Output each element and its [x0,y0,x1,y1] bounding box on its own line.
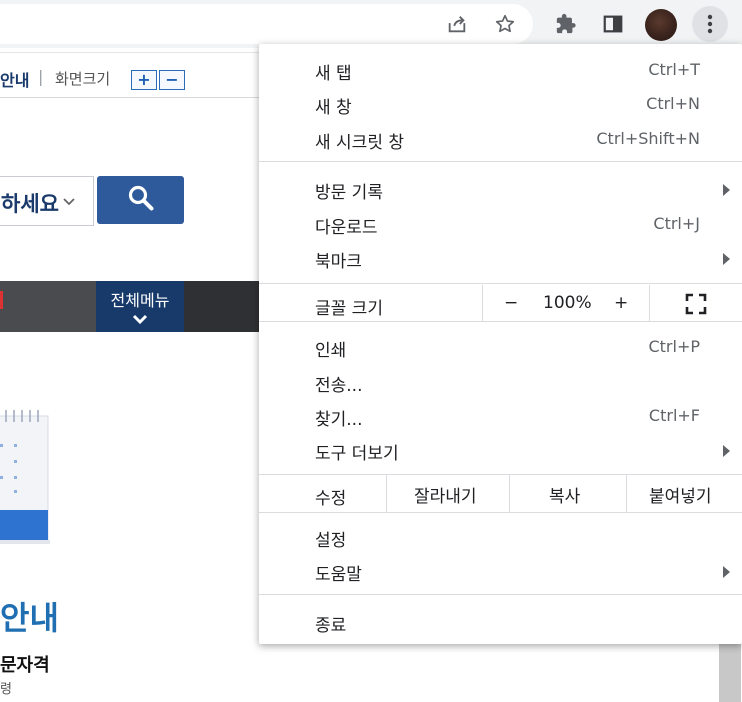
more-vert-icon[interactable] [692,6,728,42]
submenu-arrow-icon [723,253,730,265]
menu-item-settings[interactable]: 설정 [259,520,742,554]
menu-item-shortcut: Ctrl+N [646,94,700,113]
nav-accent [0,291,3,309]
separator: | [38,67,44,86]
paste-button[interactable]: 붙여넣기 [649,482,712,507]
menu-item-shortcut: Ctrl+T [648,60,700,79]
menu-item-shortcut: Ctrl+J [653,214,700,233]
search-button[interactable] [97,176,184,224]
menu-item-label: 인쇄 [315,341,347,361]
menu-item-downloads[interactable]: 다운로드 Ctrl+J [259,207,742,241]
share-icon[interactable] [440,7,474,41]
menu-item-new-tab[interactable]: 새 탭 Ctrl+T [259,53,742,87]
menu-item-cast[interactable]: 전송... [259,365,742,399]
menu-item-print[interactable]: 인쇄 Ctrl+P [259,330,742,364]
zoom-plus-button[interactable]: + [614,293,628,313]
submenu-arrow-icon [723,445,730,457]
chrome-menu: 새 탭 Ctrl+T 새 창 Ctrl+N 새 시크릿 창 Ctrl+Shift… [259,44,742,644]
side-panel-icon[interactable] [596,7,630,41]
browser-toolbar [0,0,742,48]
zoom-out-button[interactable]: − [159,70,185,90]
chevron-down-icon [63,195,75,210]
guide-link[interactable]: 안내 [0,67,29,91]
edit-row-label: 수정 [315,489,347,509]
zoom-row-label: 글꼴 크기 [315,299,383,319]
cell-divider [386,475,387,512]
cell-divider [509,475,510,512]
menu-item-shortcut: Ctrl+Shift+N [596,129,700,148]
profile-avatar[interactable] [645,9,677,41]
menu-item-label: 방문 기록 [315,183,383,203]
search-select-text: 하세요 [1,192,59,216]
all-menu-button[interactable]: 전체메뉴 [96,281,184,332]
menu-item-bookmarks[interactable]: 북마크 [259,241,742,275]
all-menu-label: 전체메뉴 [110,291,170,310]
menu-divider [259,283,742,284]
menu-divider [259,512,742,513]
page-scrollbar[interactable] [719,644,741,702]
menu-divider [259,321,742,322]
menu-item-shortcut: Ctrl+P [648,337,700,356]
menu-item-label: 설정 [315,531,347,551]
menu-item-label: 새 창 [315,98,352,118]
menu-item-label: 다운로드 [315,218,378,238]
menu-item-exit[interactable]: 종료 [259,605,742,639]
cell-divider [649,285,650,321]
chevron-down-icon [96,313,184,325]
cut-button[interactable]: 잘라내기 [414,482,477,507]
utility-bar: 안내 | 화면크기 + − [0,52,270,98]
menu-divider [259,161,742,162]
menu-item-label: 새 시크릿 창 [315,133,405,153]
menu-item-label: 전송... [315,376,363,396]
copy-button[interactable]: 복사 [549,482,580,507]
cell-divider [626,475,627,512]
menu-item-shortcut: Ctrl+F [648,406,700,425]
menu-divider [259,594,742,595]
bookmark-star-icon[interactable] [488,7,522,41]
section-heading: 안내 [0,599,59,637]
menu-row-zoom: 글꼴 크기 − 100% + [259,285,742,321]
menu-item-label: 도움말 [315,565,362,585]
menu-item-help[interactable]: 도움말 [259,554,742,588]
zoom-minus-button[interactable]: − [504,293,518,313]
section-subheading: 문자격 [0,655,50,676]
cell-divider [482,285,483,321]
menu-item-history[interactable]: 방문 기록 [259,172,742,206]
menu-item-label: 도구 더보기 [315,444,399,464]
menu-row-edit: 수정 잘라내기 복사 붙여넣기 [259,475,742,512]
menu-item-label: 종료 [315,616,347,636]
search-icon [126,183,156,217]
menu-item-incognito[interactable]: 새 시크릿 창 Ctrl+Shift+N [259,122,742,156]
menu-item-more-tools[interactable]: 도구 더보기 [259,433,742,467]
nav-item[interactable] [0,281,96,332]
submenu-arrow-icon [723,566,730,578]
zoom-in-button[interactable]: + [131,70,157,90]
submenu-arrow-icon [723,184,730,196]
fullscreen-icon[interactable] [685,293,707,319]
menu-item-new-window[interactable]: 새 창 Ctrl+N [259,87,742,121]
menu-item-label: 새 탭 [315,64,352,84]
menu-item-find[interactable]: 찾기... Ctrl+F [259,399,742,433]
zoom-value: 100% [543,293,592,313]
calendar-illustration [0,410,50,546]
menu-item-label: 북마크 [315,252,362,272]
global-nav: 전체메뉴 [0,281,270,332]
menu-item-label: 찾기... [315,410,363,430]
extensions-puzzle-icon[interactable] [549,7,583,41]
search-select[interactable]: 하세요 [0,176,94,226]
section-text: 령 [0,682,12,697]
zoom-label: 화면크기 [55,70,111,88]
